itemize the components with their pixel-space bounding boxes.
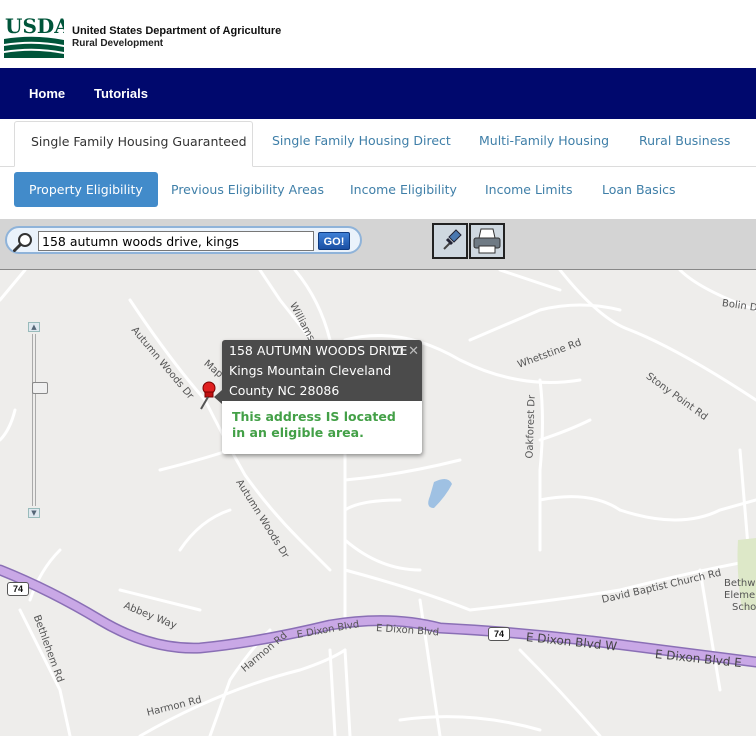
address-search: GO! — [5, 226, 362, 254]
pill-previous-eligibility-areas[interactable]: Previous Eligibility Areas — [156, 172, 339, 207]
tab-rural-business[interactable]: Rural Business — [623, 121, 746, 167]
usda-logo-text: USDA — [5, 14, 64, 38]
tab-multi-family-housing[interactable]: Multi-Family Housing — [463, 121, 625, 167]
pushpin-tool-button[interactable] — [432, 223, 468, 259]
popup-address: 158 AUTUMN WOODS DRIVE Kings Mountain Cl… — [222, 340, 422, 401]
top-nav: Home Tutorials — [0, 68, 756, 119]
agency-name: United States Department of Agriculture — [72, 25, 282, 37]
close-icon[interactable]: ✕ — [408, 342, 419, 362]
pill-loan-basics[interactable]: Loan Basics — [587, 172, 691, 207]
app-root: USDA United States Department of Agricul… — [0, 0, 756, 736]
zoom-thumb[interactable] — [32, 382, 48, 394]
site-header: USDA United States Department of Agricul… — [0, 0, 756, 68]
sub-nav: Property Eligibility Previous Eligibilit… — [0, 167, 756, 219]
road-label: Scho — [732, 602, 756, 613]
program-tabs: Single Family Housing Guaranteed Single … — [0, 119, 756, 167]
road-label: Oakforest Dr — [524, 394, 538, 459]
popup-address-line3: County NC 28086 — [229, 383, 340, 398]
maximize-icon[interactable] — [393, 346, 403, 355]
zoom-in-button[interactable]: ▲ — [28, 322, 40, 332]
nav-tutorials[interactable]: Tutorials — [94, 86, 148, 101]
eligibility-message: This address IS located in an eligible a… — [222, 401, 422, 454]
pill-property-eligibility[interactable]: Property Eligibility — [14, 172, 158, 207]
go-button[interactable]: GO! — [318, 232, 350, 250]
nav-home[interactable]: Home — [29, 86, 65, 101]
popup-pointer — [214, 390, 222, 404]
highway-shield: 74 — [7, 582, 29, 596]
pill-income-eligibility[interactable]: Income Eligibility — [335, 172, 472, 207]
tab-single-family-guaranteed[interactable]: Single Family Housing Guaranteed — [14, 121, 253, 167]
road-label: Bethw — [724, 578, 756, 589]
map-view[interactable]: ▲ ▼ Autumn Woods Dr Map Williams Autumn … — [0, 270, 756, 736]
popup-address-line1: 158 AUTUMN WOODS DRIVE — [229, 343, 408, 358]
search-icon — [13, 233, 32, 252]
zoom-out-button[interactable]: ▼ — [28, 508, 40, 518]
popup-address-line2: Kings Mountain Cleveland — [229, 363, 392, 378]
pushpin-icon — [434, 225, 466, 257]
usda-logo[interactable]: USDA — [4, 14, 64, 58]
tab-single-family-direct[interactable]: Single Family Housing Direct — [256, 121, 467, 167]
highway-shield: 74 — [488, 627, 510, 641]
agency-subtitle: Rural Development — [72, 38, 164, 49]
search-input[interactable] — [38, 231, 314, 251]
zoom-track[interactable] — [32, 334, 48, 506]
printer-icon — [471, 225, 503, 257]
agency-title: United States Department of Agriculture … — [72, 25, 281, 50]
pill-income-limits[interactable]: Income Limits — [470, 172, 587, 207]
pond — [428, 478, 452, 508]
road-label: Eleme — [724, 590, 756, 601]
print-tool-button[interactable] — [469, 223, 505, 259]
zoom-slider[interactable]: ▲ ▼ — [28, 322, 48, 518]
eligibility-popup: 158 AUTUMN WOODS DRIVE Kings Mountain Cl… — [214, 340, 422, 454]
map-toolbar: GO! — [0, 219, 756, 270]
